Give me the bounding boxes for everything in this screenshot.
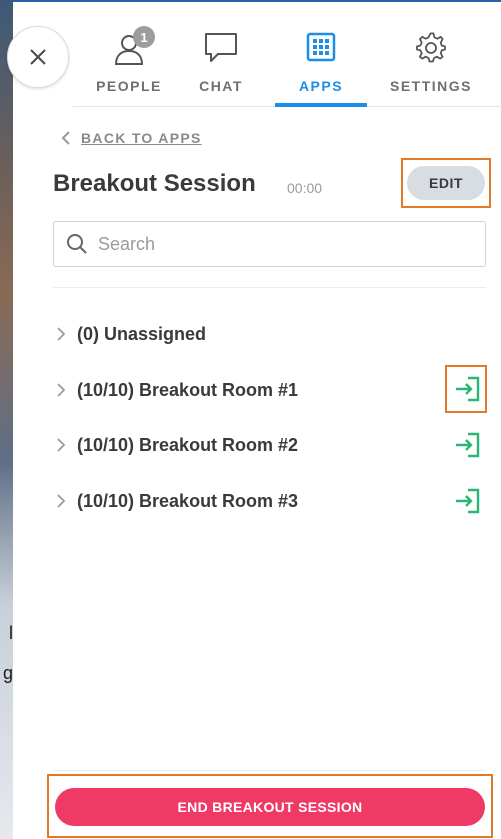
- people-count-badge: 1: [133, 26, 155, 48]
- join-enter-icon: [456, 432, 480, 458]
- join-room-3-button[interactable]: [453, 487, 481, 515]
- room-label: (10/10) Breakout Room #2: [77, 434, 299, 455]
- chevron-right-icon: [57, 494, 65, 508]
- apps-grid-icon: [306, 32, 336, 67]
- tab-people[interactable]: 1 PEOPLE: [83, 2, 175, 106]
- tab-apps[interactable]: APPS: [275, 2, 367, 107]
- back-to-apps-link[interactable]: BACK TO APPS: [61, 130, 202, 146]
- close-icon: [30, 49, 46, 65]
- chat-icon: [204, 32, 238, 69]
- search-field[interactable]: [53, 221, 486, 267]
- room-label: (0) Unassigned: [77, 323, 207, 344]
- tab-bar: 1 PEOPLE CHAT APPS SETTINGS: [73, 2, 501, 107]
- tab-settings[interactable]: SETTINGS: [379, 2, 483, 106]
- search-input[interactable]: [96, 232, 460, 256]
- room-2[interactable]: (10/10) Breakout Room #2: [57, 430, 298, 460]
- end-breakout-session-button[interactable]: END BREAKOUT SESSION: [55, 788, 485, 826]
- tab-people-label: PEOPLE: [96, 78, 162, 94]
- search-icon: [67, 234, 87, 254]
- room-3[interactable]: (10/10) Breakout Room #3: [57, 486, 298, 516]
- tab-settings-label: SETTINGS: [389, 78, 472, 94]
- join-enter-icon: [456, 376, 480, 402]
- end-session-highlight: END BREAKOUT SESSION: [47, 774, 493, 838]
- join-room-1-button[interactable]: [453, 375, 481, 403]
- tab-chat[interactable]: CHAT: [185, 2, 257, 106]
- tab-apps-label: APPS: [298, 78, 344, 94]
- chevron-right-icon: [57, 438, 65, 452]
- room-label: (10/10) Breakout Room #1: [77, 379, 299, 400]
- background-text-2: g: [2, 663, 13, 683]
- close-button[interactable]: [7, 26, 69, 88]
- chevron-right-icon: [57, 383, 65, 397]
- divider: [53, 287, 486, 288]
- apps-panel: 1 PEOPLE CHAT APPS SETTINGS BACK TO APPS…: [7, 0, 501, 839]
- room-unassigned[interactable]: (0) Unassigned: [57, 319, 206, 349]
- background-text-1: l: [9, 623, 13, 643]
- tab-chat-label: CHAT: [199, 78, 243, 94]
- gear-icon: [415, 32, 447, 69]
- back-to-apps-label: BACK TO APPS: [81, 130, 202, 146]
- room-label: (10/10) Breakout Room #3: [77, 490, 299, 511]
- join-room-2-button[interactable]: [453, 431, 481, 459]
- page-title: Breakout Session: [53, 170, 256, 197]
- room-1[interactable]: (10/10) Breakout Room #1: [57, 375, 298, 405]
- edit-highlight: EDIT: [401, 158, 491, 208]
- background-video-strip: [0, 0, 13, 839]
- session-timer: 00:00: [287, 180, 323, 196]
- chevron-right-icon: [57, 327, 65, 341]
- chevron-left-icon: [61, 131, 70, 145]
- edit-button[interactable]: EDIT: [407, 166, 485, 200]
- divider: [53, 770, 486, 771]
- join-enter-icon: [456, 488, 480, 514]
